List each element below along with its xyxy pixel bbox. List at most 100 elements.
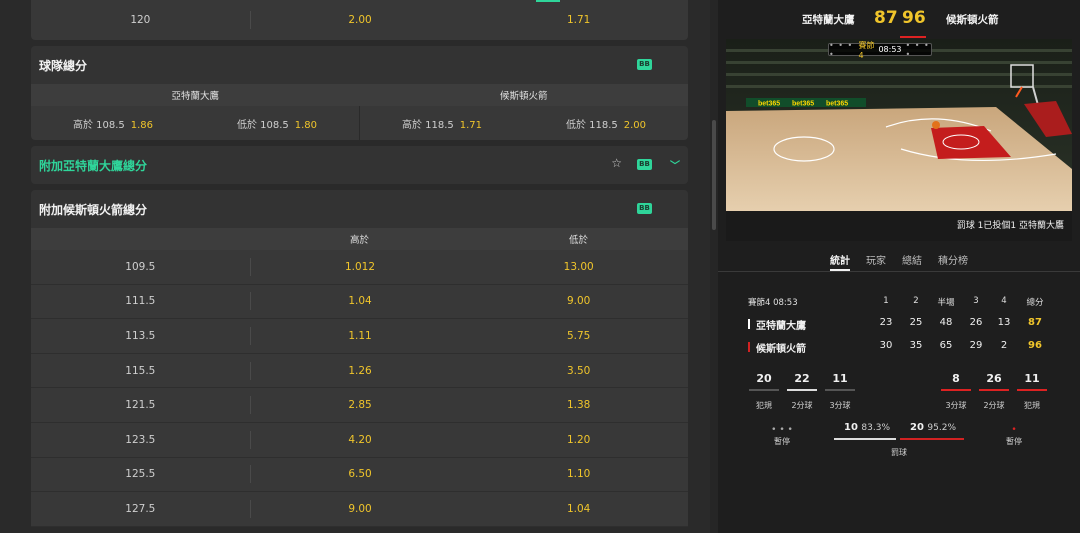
odds-row: 125.5 6.50 1.10 <box>31 457 688 493</box>
over-odd[interactable]: 4.20 <box>251 434 470 446</box>
stat-value: 11 <box>1024 372 1040 385</box>
scrollbar-thumb[interactable] <box>712 120 716 230</box>
over-odd[interactable]: 2.00 <box>251 14 470 26</box>
over-odd[interactable]: 1.04 <box>251 295 470 307</box>
stat-value: 11 <box>832 372 848 385</box>
odds-row: 127.5 9.00 1.04 <box>31 492 688 527</box>
odds-cell[interactable]: 低於 108.5 1.80 <box>195 116 359 131</box>
odds-value: 1.80 <box>294 119 318 131</box>
team-a-name: 亞特蘭大鷹 <box>756 321 806 332</box>
stat-label: 2分球 <box>791 401 813 410</box>
odds-cell[interactable]: 低於 118.5 2.00 <box>524 116 688 131</box>
team-a-ft-bar <box>834 438 896 440</box>
period-label: 賽節4 <box>858 40 875 60</box>
stat-label: 犯規 <box>1024 401 1040 410</box>
q2-score: 25 <box>909 317 923 328</box>
line-cell: 120 <box>31 11 251 29</box>
odds-value: 1.71 <box>459 119 483 131</box>
extra-atlanta-header[interactable]: 附加亞特蘭大鷹總分 ☆ BB ﹀ <box>31 146 688 184</box>
total-score: 96 <box>1028 340 1042 351</box>
active-indicator <box>536 0 560 2</box>
line-cell: 125.5 <box>31 465 251 484</box>
svg-text:bet365: bet365 <box>826 101 848 108</box>
clock-time: 08:53 <box>878 45 902 54</box>
over-odd[interactable]: 2.85 <box>251 399 470 411</box>
top-odds-row: 120 2.00 1.71 <box>31 0 688 40</box>
ft-pct: 95.2% <box>927 423 956 433</box>
under-odd[interactable]: 5.75 <box>469 330 688 342</box>
odds-row: 111.5 1.04 9.00 <box>31 284 688 320</box>
section-title: 球隊總分 <box>39 58 88 73</box>
line-cell: 109.5 <box>31 257 251 276</box>
stat-value: 20 <box>756 372 772 385</box>
q4-score: 2 <box>1000 340 1008 351</box>
line-cell: 113.5 <box>31 326 251 345</box>
over-odd[interactable]: 1.012 <box>251 261 470 273</box>
under-col-label: 低於 <box>568 235 588 246</box>
q4-score: 13 <box>997 317 1011 328</box>
stat-label: 3分球 <box>945 401 967 410</box>
under-odd[interactable]: 1.04 <box>469 503 688 515</box>
half-score: 48 <box>939 317 953 328</box>
over-odd[interactable]: 9.00 <box>251 503 470 515</box>
ft-made: 10 <box>844 422 858 433</box>
star-icon[interactable]: ☆ <box>611 156 622 170</box>
total-score: 87 <box>1028 317 1042 328</box>
possession-dots-left: • • • • <box>829 40 854 59</box>
under-odd[interactable]: 1.71 <box>469 14 688 26</box>
extra-houston-subhead: 高於 低於 <box>31 228 688 250</box>
ft-label: 罰球 <box>891 448 907 457</box>
markets-pane: 120 2.00 1.71 球隊總分 BB 亞特蘭大鷹 候斯頓火箭 高於 108… <box>0 0 710 533</box>
stat-underline <box>749 389 779 391</box>
under-odd[interactable]: 9.00 <box>469 295 688 307</box>
over-odd[interactable]: 6.50 <box>251 468 470 480</box>
team-b-3pt: 8 <box>938 372 974 391</box>
under-odd[interactable]: 1.38 <box>469 399 688 411</box>
team-b-label: 候斯頓火箭 <box>499 91 548 102</box>
team-totals-subhead: 亞特蘭大鷹 候斯頓火箭 <box>31 84 688 106</box>
tab-stats[interactable]: 統計 <box>830 248 850 271</box>
team-totals-section: 球隊總分 BB 亞特蘭大鷹 候斯頓火箭 高於 108.5 1.86 低於 108.… <box>31 46 688 140</box>
team-a-fouls: 20 <box>746 372 782 391</box>
team-a-score: 87 <box>874 8 898 28</box>
stat-underline <box>787 389 817 391</box>
team-totals-odds-row: 高於 108.5 1.86 低於 108.5 1.80 高於 118.5 1.71 低… <box>31 106 688 140</box>
under-odd[interactable]: 3.50 <box>469 365 688 377</box>
odds-value: 1.86 <box>130 119 154 131</box>
under-odd[interactable]: 13.00 <box>469 261 688 273</box>
odds-cell[interactable]: 高於 108.5 1.86 <box>31 116 195 131</box>
team-a-timeout-label: 暫停 <box>774 437 790 446</box>
under-odd[interactable]: 1.20 <box>469 434 688 446</box>
ft-pct: 83.3% <box>861 423 890 433</box>
q3-score: 26 <box>969 317 983 328</box>
over-odd[interactable]: 1.11 <box>251 330 470 342</box>
team-b-name: 候斯頓火箭 <box>946 14 999 26</box>
scrollbar[interactable] <box>710 0 718 533</box>
q1-score: 23 <box>879 317 893 328</box>
live-visualization[interactable]: bet365 bet365 bet365 • • • • 賽節4 08:53 •… <box>726 39 1072 241</box>
bb-badge-icon: BB <box>637 203 652 214</box>
bb-badge-icon: BB <box>637 59 652 70</box>
stat-underline <box>825 389 855 391</box>
team-totals-header[interactable]: 球隊總分 BB <box>31 46 688 84</box>
team-a-3pt: 11 <box>822 372 858 391</box>
q2-score: 35 <box>909 340 923 351</box>
odds-cell[interactable]: 高於 118.5 1.71 <box>360 116 524 131</box>
team-b-score: 96 <box>902 8 926 28</box>
tab-summary[interactable]: 總結 <box>902 248 922 271</box>
tab-players[interactable]: 玩家 <box>866 248 886 271</box>
period-time: 賽節4 08:53 <box>748 298 798 308</box>
odds-label: 高於 118.5 <box>401 119 454 131</box>
section-title: 附加候斯頓火箭總分 <box>39 202 148 217</box>
odds-label: 低於 118.5 <box>565 119 618 131</box>
extra-houston-header[interactable]: 附加候斯頓火箭總分 BB <box>31 190 688 228</box>
team-a-label: 亞特蘭大鷹 <box>171 91 219 102</box>
tab-standings[interactable]: 積分榜 <box>938 248 968 271</box>
line-cell: 115.5 <box>31 361 251 380</box>
under-odd[interactable]: 1.10 <box>469 468 688 480</box>
team-b-ft-bar <box>900 438 964 440</box>
over-odd[interactable]: 1.26 <box>251 365 470 377</box>
chevron-down-icon[interactable]: ﹀ <box>670 157 680 172</box>
q1-header: 1 <box>883 296 889 306</box>
line-cell: 111.5 <box>31 292 251 311</box>
